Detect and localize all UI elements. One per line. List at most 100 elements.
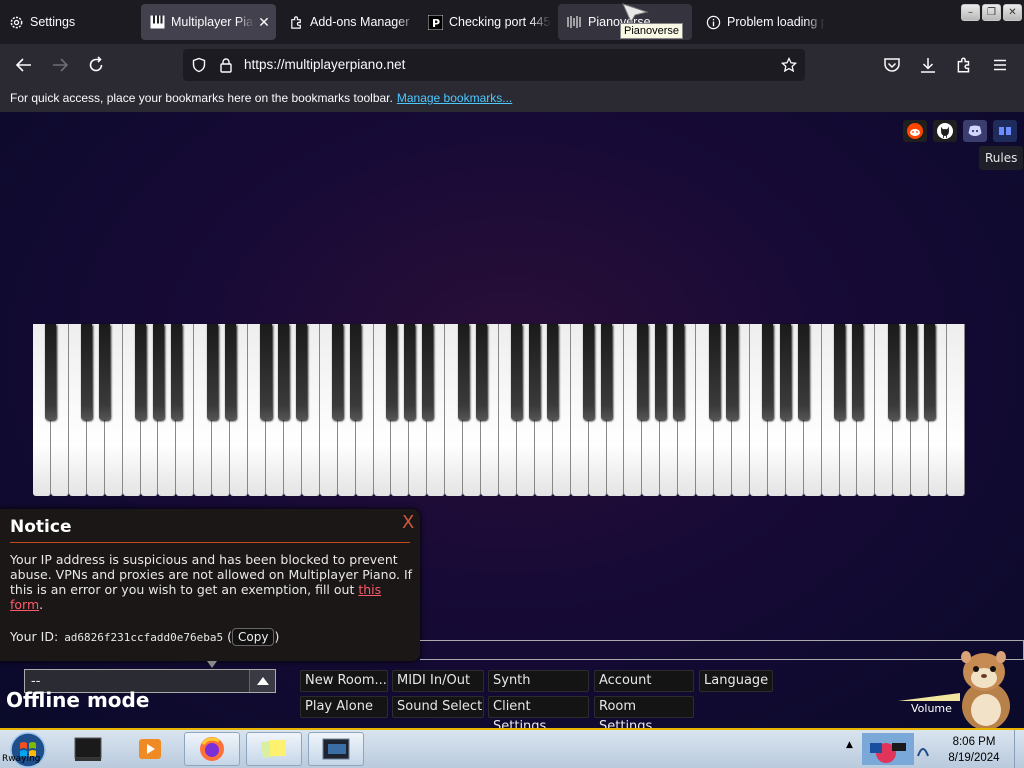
firefox-icon [200, 737, 224, 761]
black-key[interactable] [780, 324, 792, 420]
taskbar-app-window[interactable] [308, 732, 364, 766]
network-icon[interactable] [916, 740, 930, 758]
discord-icon[interactable] [963, 120, 987, 142]
restore-button[interactable]: ❐ [982, 4, 1001, 21]
show-hidden-icons[interactable]: ▲ [846, 740, 853, 750]
room-settings-button[interactable]: Room Settings [594, 696, 694, 728]
midi-in-out-button[interactable]: MIDI In/Out [392, 670, 484, 692]
tab-multiplayer-piano[interactable]: Multiplayer Piano ✕ [141, 4, 276, 40]
black-key[interactable] [600, 324, 613, 420]
black-key[interactable] [296, 324, 308, 420]
black-key[interactable] [511, 324, 523, 420]
star-bookmark-icon[interactable] [781, 57, 797, 73]
address-bar[interactable]: https://multiplayerpiano.net [183, 49, 805, 81]
black-key[interactable] [170, 324, 182, 420]
piano-keyboard[interactable] [33, 324, 965, 496]
black-key[interactable] [726, 324, 738, 420]
close-paren: ) [274, 629, 280, 644]
taskbar-media-player[interactable] [122, 732, 178, 766]
taskbar-firefox[interactable] [184, 732, 240, 766]
tray-app-icon[interactable] [862, 733, 914, 765]
taskbar-sticky-notes[interactable] [246, 732, 302, 766]
black-key[interactable] [224, 324, 236, 420]
close-window-button[interactable]: ✕ [1003, 4, 1022, 21]
tab-label: Problem loading page [727, 15, 825, 29]
copy-id-button[interactable]: Copy [232, 628, 275, 646]
black-key[interactable] [547, 324, 559, 420]
manage-bookmarks-link[interactable]: Manage bookmarks... [397, 91, 512, 105]
forward-button[interactable] [48, 53, 72, 77]
black-key[interactable] [457, 324, 469, 420]
pocket-button[interactable] [880, 53, 904, 77]
black-key[interactable] [403, 324, 415, 420]
reddit-icon[interactable] [903, 120, 927, 142]
black-key[interactable] [887, 324, 899, 420]
taskbar-app-1[interactable] [60, 732, 116, 766]
close-tab-icon[interactable]: ✕ [254, 14, 274, 31]
black-key[interactable] [332, 324, 344, 420]
black-key[interactable] [529, 324, 541, 420]
black-key[interactable] [350, 324, 362, 420]
notice-dialog: Notice X Your IP address is suspicious a… [0, 509, 420, 661]
system-clock[interactable]: 8:06 PM 8/19/2024 [936, 734, 1012, 766]
notice-close-button[interactable]: X [402, 512, 414, 533]
black-key[interactable] [905, 324, 917, 420]
rules-icon[interactable] [993, 120, 1017, 142]
url-text[interactable]: https://multiplayerpiano.net [244, 57, 405, 72]
sound-select-button[interactable]: Sound Select [392, 696, 484, 718]
black-key[interactable] [923, 324, 935, 420]
notice-message: Your IP address is suspicious and has be… [10, 552, 414, 612]
app-menu-button[interactable] [988, 53, 1012, 77]
chat-input-outline[interactable] [420, 640, 1024, 660]
clock-time: 8:06 PM [952, 736, 996, 748]
tab-settings[interactable]: Settings [0, 4, 137, 40]
black-key[interactable] [81, 324, 93, 420]
black-key[interactable] [45, 324, 57, 420]
account-button[interactable]: Account [594, 670, 694, 692]
play-alone-button[interactable]: Play Alone [300, 696, 388, 718]
window-controls: – ❐ ✕ [961, 4, 1022, 21]
black-key[interactable] [654, 324, 666, 420]
black-key[interactable] [206, 324, 218, 420]
back-button[interactable] [12, 53, 36, 77]
black-key[interactable] [260, 324, 272, 420]
black-key[interactable] [672, 324, 684, 420]
black-key[interactable] [152, 324, 164, 420]
lock-icon[interactable] [218, 57, 234, 73]
tab-label: Multiplayer Piano [171, 15, 254, 29]
black-key[interactable] [421, 324, 433, 420]
tab-label: Add-ons Manager [310, 15, 410, 29]
black-key[interactable] [99, 324, 111, 420]
tab-problem-loading[interactable]: Problem loading page [697, 4, 825, 40]
offline-status: Offline mode [6, 688, 150, 712]
black-key[interactable] [385, 324, 397, 420]
black-key[interactable] [636, 324, 648, 420]
extensions-button[interactable] [952, 53, 976, 77]
black-key[interactable] [134, 324, 147, 420]
tab-addons-manager[interactable]: Add-ons Manager [280, 4, 418, 40]
github-icon[interactable] [933, 120, 957, 142]
black-key[interactable] [798, 324, 810, 420]
new-room-button[interactable]: New Room... [300, 670, 388, 692]
shield-icon[interactable] [191, 57, 207, 73]
black-key[interactable] [278, 324, 290, 420]
synth-button[interactable]: Synth [488, 670, 589, 692]
black-key[interactable] [583, 324, 595, 420]
room-select-value: -- [31, 674, 41, 689]
triangle-up-icon[interactable] [249, 670, 275, 692]
show-desktop-button[interactable] [1014, 730, 1024, 768]
tab-checking-port[interactable]: P Checking port 445 [419, 4, 551, 40]
reload-button[interactable] [84, 53, 108, 77]
client-settings-button[interactable]: Client Settings [488, 696, 589, 728]
black-key[interactable] [833, 324, 846, 420]
black-key[interactable] [851, 324, 863, 420]
language-button[interactable]: Language [699, 670, 773, 692]
white-key[interactable] [947, 324, 965, 496]
navigation-toolbar: https://multiplayerpiano.net [0, 44, 1024, 86]
black-key[interactable] [762, 324, 774, 420]
minimize-button[interactable]: – [961, 4, 980, 21]
computer-icon [74, 737, 102, 761]
black-key[interactable] [475, 324, 487, 420]
downloads-button[interactable] [916, 53, 940, 77]
black-key[interactable] [708, 324, 720, 420]
